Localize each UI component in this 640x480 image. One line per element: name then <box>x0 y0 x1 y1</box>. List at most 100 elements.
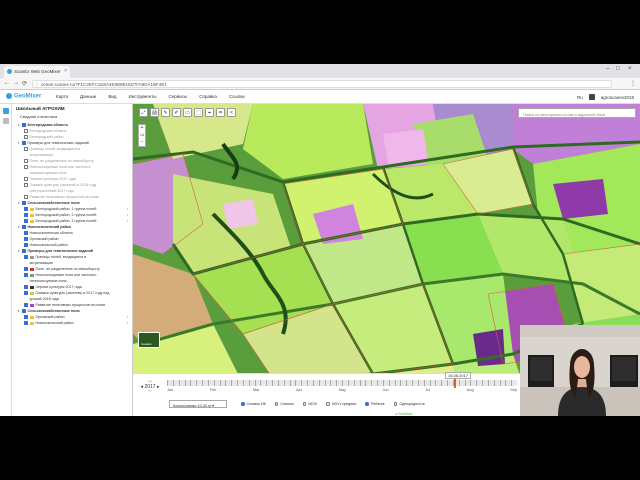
map-tool-button[interactable]: ⌗ <box>216 108 225 117</box>
layer-checkbox[interactable] <box>24 321 28 325</box>
layer-checkbox[interactable] <box>24 273 28 277</box>
layer-checkbox[interactable] <box>24 291 28 295</box>
timeline-tick <box>464 380 465 386</box>
layer-label: Озимые культуры (засеяны) в 2017 году по… <box>35 291 110 295</box>
layer-checkbox[interactable] <box>24 207 28 211</box>
current-date: 15.08.2017 <box>445 372 472 379</box>
layer-checkbox[interactable] <box>22 201 26 205</box>
layer-checkbox[interactable] <box>24 129 28 133</box>
display-mode-option[interactable]: NDVI средние <box>326 402 356 406</box>
chevron-down-icon[interactable]: ﹀ <box>137 390 163 396</box>
zoom-in-button[interactable]: + <box>139 125 145 132</box>
layer-checkbox[interactable] <box>22 309 26 313</box>
layer-checkbox[interactable] <box>22 249 26 253</box>
radio-icon[interactable] <box>302 402 307 406</box>
app-menu-item[interactable]: Вид <box>108 94 116 99</box>
close-tab-icon[interactable]: × <box>64 68 67 74</box>
forward-icon[interactable]: → <box>13 80 19 86</box>
imagery-select[interactable]: Космоснимки 10-30 м ▾ <box>169 400 227 408</box>
browser-tab[interactable]: ScanEx Web GeoMixer × <box>4 66 70 78</box>
summary-stats-link[interactable]: Сводная статистика <box>12 113 132 122</box>
layer-checkbox[interactable] <box>24 213 28 217</box>
map-tool-button[interactable]: ⌖ <box>205 108 214 117</box>
app-logo[interactable]: GeoMixer <box>6 93 41 100</box>
zoom-out-button[interactable]: − <box>139 139 145 146</box>
layer-checkbox[interactable] <box>24 285 28 289</box>
app-menu-item[interactable]: Сервисы <box>169 94 188 99</box>
maximize-icon[interactable]: □ <box>616 66 620 72</box>
zoom-control: + 14 − <box>138 124 146 147</box>
layer-checkbox[interactable] <box>24 219 28 223</box>
map-search-input[interactable]: Поиск по векторным слоям и адресной базе <box>518 108 636 118</box>
close-window-icon[interactable]: × <box>628 66 632 72</box>
month-label: Jul <box>425 388 431 392</box>
browser-menu-icon[interactable]: ⋮ <box>630 80 636 87</box>
app-menu-item[interactable]: Данные <box>80 94 96 99</box>
layer-checkbox[interactable] <box>24 237 28 241</box>
layer-checkbox[interactable] <box>24 303 28 307</box>
layer-label: Новооскольский район <box>35 321 74 325</box>
layer-checkbox[interactable] <box>24 267 28 271</box>
minimize-icon[interactable]: – <box>606 66 609 72</box>
app-menu-item[interactable]: Справка <box>199 94 217 99</box>
layer-checkbox[interactable] <box>24 159 28 163</box>
layer-checkbox[interactable] <box>24 243 28 247</box>
left-icon-strip <box>0 104 12 416</box>
layer-checkbox[interactable] <box>24 177 28 181</box>
layer-checkbox[interactable] <box>24 195 28 199</box>
address-bar[interactable]: ⓘ ocean.scanex.ru/?F1C3EFC1D6A4E8B8B15D7… <box>32 80 612 88</box>
radio-icon[interactable] <box>365 402 369 406</box>
layer-checkbox[interactable] <box>24 231 28 235</box>
layer-checkbox[interactable] <box>22 123 26 127</box>
timeline-marker[interactable] <box>454 378 456 388</box>
layer-label: урожай 2018 года <box>29 297 59 301</box>
app-menu-item[interactable]: Ссылки <box>229 94 245 99</box>
layer-checkbox[interactable] <box>24 147 28 151</box>
layer-checkbox[interactable] <box>24 183 28 187</box>
timeline-tick <box>452 380 454 386</box>
display-mode-option[interactable]: NDVI <box>302 402 317 406</box>
basemap-switcher[interactable]: Снимки <box>138 332 160 348</box>
layer-checkbox[interactable] <box>24 135 28 139</box>
back-icon[interactable]: ← <box>4 80 10 86</box>
username[interactable]: agroscanex2018 <box>601 95 634 100</box>
map-tool-button[interactable]: 🖨 <box>150 108 159 117</box>
layer-menu-icon[interactable]: › <box>127 320 128 326</box>
layer-checkbox[interactable] <box>24 315 28 319</box>
layers-icon[interactable] <box>3 108 9 114</box>
layer-label: актуализацию <box>29 153 54 157</box>
reload-icon[interactable]: ⟳ <box>22 80 27 87</box>
map-tool-button[interactable]: ⤢ <box>139 108 148 117</box>
map-tool-button[interactable]: ✎ <box>161 108 170 117</box>
list-icon[interactable] <box>3 118 9 124</box>
app-menu-item[interactable]: Инструменты <box>128 94 156 99</box>
next-year-icon[interactable]: ▸ <box>156 384 160 390</box>
radio-icon[interactable] <box>241 402 245 406</box>
radio-icon[interactable] <box>274 402 279 406</box>
timeline-tick <box>359 380 360 386</box>
timeline-tick <box>213 380 215 386</box>
layer-checkbox[interactable] <box>22 225 26 229</box>
display-mode-option[interactable]: Рейтинг <box>365 402 385 406</box>
radio-icon[interactable] <box>326 402 330 406</box>
display-mode-option[interactable]: Снимок <box>274 402 294 406</box>
map-tool-button[interactable]: ⬚ <box>194 108 203 117</box>
timeline-tick <box>172 380 174 386</box>
logo-text: GeoMixer <box>14 93 42 100</box>
display-mode-option[interactable]: Однородность <box>393 402 425 406</box>
timeline-tick <box>336 380 337 386</box>
display-mode-option[interactable]: Снимок ИК <box>241 402 266 406</box>
app-menu-item[interactable]: Карта <box>56 94 68 99</box>
timeline-track[interactable] <box>167 378 517 388</box>
map-tool-button[interactable]: ✐ <box>172 108 181 117</box>
timeline-tick <box>225 380 226 386</box>
radio-icon[interactable] <box>393 402 398 406</box>
map-tool-button[interactable]: ▭ <box>183 108 192 117</box>
layer-tree-row[interactable]: Новооскольский район › <box>12 320 132 326</box>
language-switch[interactable]: Ru <box>577 95 583 100</box>
map-tool-button[interactable]: < <box>227 108 236 117</box>
timeline-tick <box>242 380 244 386</box>
layer-checkbox[interactable] <box>24 165 28 169</box>
layer-checkbox[interactable] <box>24 255 28 259</box>
layer-checkbox[interactable] <box>22 141 26 145</box>
